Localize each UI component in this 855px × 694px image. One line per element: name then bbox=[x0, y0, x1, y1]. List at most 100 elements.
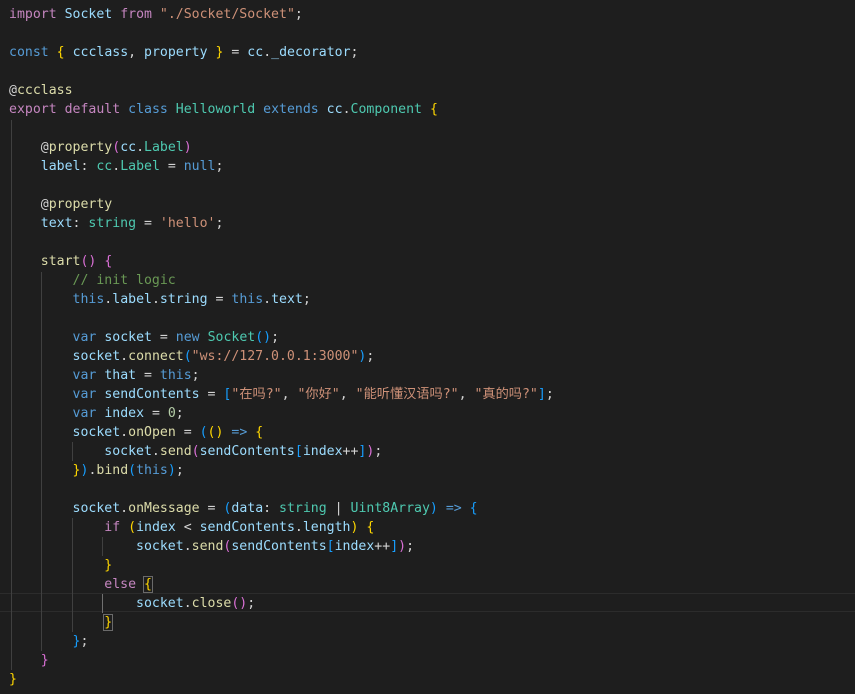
code-token: this bbox=[159, 368, 192, 383]
code-token: . bbox=[120, 349, 129, 364]
code-line: export default class Helloworld extends … bbox=[9, 100, 438, 119]
code-token: var bbox=[72, 368, 97, 383]
code-token: . bbox=[120, 501, 129, 516]
code-token: default bbox=[64, 102, 121, 117]
code-token: } bbox=[9, 672, 17, 687]
code-token: { bbox=[56, 45, 65, 60]
code-token: = bbox=[144, 406, 168, 421]
code-token: { bbox=[469, 501, 478, 516]
code-token: { bbox=[104, 254, 113, 269]
code-token: ; bbox=[374, 444, 383, 459]
code-token: . bbox=[112, 159, 121, 174]
code-line: socket.onMessage = (data: string | Uint8… bbox=[9, 499, 478, 518]
code-token: "你好" bbox=[297, 387, 340, 402]
code-token: index bbox=[136, 520, 176, 535]
code-token: ( bbox=[183, 349, 192, 364]
code-token: . bbox=[294, 520, 303, 535]
code-line: start() { bbox=[9, 252, 113, 271]
code-line: @property bbox=[9, 195, 112, 214]
code-token: socket bbox=[104, 330, 152, 345]
code-token: property bbox=[48, 140, 113, 155]
code-token: = bbox=[199, 501, 224, 516]
code-token: ; bbox=[175, 463, 184, 478]
code-line: var index = 0; bbox=[9, 404, 184, 423]
code-token: @ bbox=[9, 140, 49, 155]
code-token: . bbox=[183, 539, 192, 554]
code-token: . bbox=[136, 140, 145, 155]
code-token: start bbox=[40, 254, 81, 269]
code-line: socket.connect("ws://127.0.0.1:3000"); bbox=[9, 347, 375, 366]
code-token: () bbox=[255, 330, 272, 345]
code-token: "在吗?" bbox=[231, 387, 282, 402]
code-token: = bbox=[223, 45, 248, 60]
code-token: ( bbox=[128, 463, 137, 478]
code-token: onMessage bbox=[128, 501, 200, 516]
code-line: } bbox=[9, 651, 49, 670]
code-token: Label bbox=[120, 159, 160, 174]
code-token: { bbox=[429, 102, 438, 117]
code-token: , bbox=[128, 45, 145, 60]
code-token: cc bbox=[96, 159, 113, 174]
code-token: "ws://127.0.0.1:3000" bbox=[191, 349, 359, 364]
code-token: close bbox=[191, 596, 232, 611]
code-token: Component bbox=[350, 102, 422, 117]
code-line: else { bbox=[9, 575, 153, 594]
code-token: index bbox=[302, 444, 343, 459]
code-token: ; bbox=[80, 634, 89, 649]
code-token: sendContents bbox=[104, 387, 200, 402]
code-token: if bbox=[104, 520, 121, 535]
code-token: ) bbox=[167, 463, 176, 478]
code-token: connect bbox=[128, 349, 184, 364]
code-token: var bbox=[72, 330, 97, 345]
code-token: = bbox=[151, 330, 176, 345]
code-line: @ccclass bbox=[9, 81, 73, 100]
code-token: socket bbox=[104, 444, 152, 459]
code-line: } bbox=[9, 670, 17, 689]
code-editor[interactable]: import Socket from "./Socket/Socket"; con… bbox=[0, 0, 855, 694]
code-line: } bbox=[9, 556, 112, 575]
code-token: . bbox=[183, 596, 192, 611]
code-token: ++ bbox=[374, 539, 391, 554]
code-token: . bbox=[151, 444, 160, 459]
code-token: , bbox=[281, 387, 298, 402]
code-token: { bbox=[143, 576, 153, 593]
code-line: var sendContents = ["在吗?", "你好", "能听懂汉语吗… bbox=[9, 385, 554, 404]
code-token: socket bbox=[136, 596, 184, 611]
code-token: { bbox=[366, 520, 375, 535]
code-token: ++ bbox=[342, 444, 359, 459]
code-line: text: string = 'hello'; bbox=[9, 214, 224, 233]
code-token: that bbox=[104, 368, 137, 383]
code-token: . bbox=[151, 292, 160, 307]
code-token: var bbox=[72, 387, 97, 402]
code-token: label bbox=[40, 159, 81, 174]
code-token: onOpen bbox=[128, 425, 176, 440]
code-token: ) bbox=[429, 501, 438, 516]
code-token: string bbox=[159, 292, 208, 307]
code-token: [ bbox=[294, 444, 303, 459]
code-token: ; bbox=[175, 406, 184, 421]
code-line: var that = this; bbox=[9, 366, 200, 385]
code-token: () bbox=[80, 254, 97, 269]
code-token: "./Socket/Socket" bbox=[159, 7, 295, 22]
